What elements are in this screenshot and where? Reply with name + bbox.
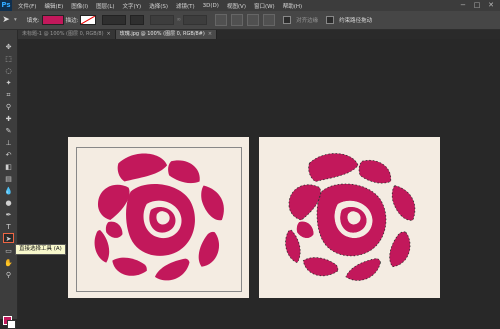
menu-type[interactable]: 文字(Y) <box>123 2 142 10</box>
brush-tool-icon[interactable]: ✎ <box>3 126 14 136</box>
photoshop-logo: Ps <box>0 0 12 11</box>
fill-color-swatch[interactable] <box>41 15 64 25</box>
gear-icon[interactable] <box>263 14 276 26</box>
align-edges-checkbox[interactable] <box>283 16 292 24</box>
dodge-tool-icon[interactable]: ● <box>3 198 14 208</box>
eraser-tool-icon[interactable]: ◧ <box>3 162 14 172</box>
tool-preset-arrow-icon[interactable]: ▾ <box>14 17 17 23</box>
direct-selection-icon[interactable]: ➤ <box>0 14 12 26</box>
window-controls: − □ ✕ <box>456 0 498 11</box>
spot-heal-tool-icon[interactable]: ✚ <box>3 114 14 124</box>
eyedropper-tool-icon[interactable]: ⚲ <box>3 102 14 112</box>
tool-tooltip: 直接选择工具 (A) <box>15 244 66 255</box>
menu-edit[interactable]: 编辑(E) <box>44 2 63 10</box>
tab-label: 玫瑰.jpg @ 100% (图层 0, RGB/8#) <box>119 31 205 37</box>
direct-selection-tool-icon[interactable]: ➤ <box>3 233 14 243</box>
document-tab-bar: 未标题-1 @ 100% (图层 0, RGB/8) × 玫瑰.jpg @ 100… <box>18 30 500 39</box>
tab-label: 未标题-1 @ 100% (图层 0, RGB/8) <box>22 31 104 37</box>
menu-layer[interactable]: 图层(L) <box>96 2 114 10</box>
minimize-button[interactable]: − <box>456 0 470 11</box>
document-canvas-right[interactable] <box>259 137 440 298</box>
menu-filter[interactable]: 滤镜(T) <box>176 2 195 10</box>
magic-wand-tool-icon[interactable]: ✦ <box>3 78 14 88</box>
pen-tool-icon[interactable]: ✒ <box>3 210 14 220</box>
menu-select[interactable]: 选择(S) <box>149 2 168 10</box>
zoom-tool-icon[interactable]: ⚲ <box>3 270 14 280</box>
stroke-type-dropdown[interactable] <box>130 15 145 25</box>
menu-image[interactable]: 图像(I) <box>71 2 88 10</box>
background-color-swatch[interactable] <box>7 320 16 329</box>
menu-help[interactable]: 帮助(H) <box>283 2 302 10</box>
maximize-button[interactable]: □ <box>470 0 484 11</box>
tab-untitled-1[interactable]: 未标题-1 @ 100% (图层 0, RGB/8) × <box>18 30 116 39</box>
type-tool-icon[interactable]: T <box>3 222 14 232</box>
move-tool-icon[interactable]: ✥ <box>3 42 14 52</box>
width-field[interactable] <box>150 15 175 25</box>
options-bar: ➤ ▾ 填充: 描边: ∞ 对齐边缘 约束路径拖动 <box>0 11 500 30</box>
height-field[interactable] <box>183 15 208 25</box>
align-edges-label: 对齐边缘 <box>296 18 319 24</box>
menu-window[interactable]: 窗口(W) <box>254 2 275 10</box>
link-icon[interactable]: ∞ <box>176 17 181 23</box>
stroke-width-field[interactable] <box>102 15 127 25</box>
lasso-tool-icon[interactable]: ◌ <box>3 66 14 76</box>
menu-3d[interactable]: 3D(D) <box>203 3 219 9</box>
crop-tool-icon[interactable]: ⌗ <box>3 90 14 100</box>
blur-tool-icon[interactable]: 💧 <box>3 186 14 196</box>
path-alignment-icon[interactable] <box>231 14 244 26</box>
history-brush-tool-icon[interactable]: ↶ <box>3 150 14 160</box>
stroke-label: 描边: <box>65 18 79 24</box>
clone-stamp-tool-icon[interactable]: ⊥ <box>3 138 14 148</box>
close-button[interactable]: ✕ <box>484 0 498 11</box>
close-icon[interactable]: × <box>208 31 212 37</box>
rose-image-selected <box>285 153 415 281</box>
tab-rose-jpg[interactable]: 玫瑰.jpg @ 100% (图层 0, RGB/8#) × <box>115 30 218 39</box>
path-operations-icon[interactable] <box>215 14 228 26</box>
close-icon[interactable]: × <box>107 31 111 37</box>
rose-image <box>94 153 224 281</box>
gradient-tool-icon[interactable]: ▤ <box>3 174 14 184</box>
constrain-path-checkbox[interactable] <box>326 16 335 24</box>
shape-tool-icon[interactable]: ▭ <box>3 246 14 256</box>
tools-panel: ✥ ⬚ ◌ ✦ ⌗ ⚲ ✚ ✎ ⊥ ↶ ◧ ▤ 💧 ● ✒ T ➤ ▭ ✋ ⚲ <box>0 30 18 329</box>
path-arrangement-icon[interactable] <box>247 14 260 26</box>
document-canvas-left[interactable] <box>68 137 249 298</box>
fill-label: 填充: <box>26 18 40 24</box>
menu-bar: Ps 文件(F) 编辑(E) 图像(I) 图层(L) 文字(Y) 选择(S) 滤… <box>0 0 500 11</box>
menu-file[interactable]: 文件(F) <box>18 2 36 10</box>
menu-view[interactable]: 视图(V) <box>227 2 246 10</box>
hand-tool-icon[interactable]: ✋ <box>3 258 14 268</box>
stroke-none-swatch[interactable] <box>80 15 97 25</box>
marquee-tool-icon[interactable]: ⬚ <box>3 54 14 64</box>
constrain-path-label: 约束路径拖动 <box>339 18 373 24</box>
